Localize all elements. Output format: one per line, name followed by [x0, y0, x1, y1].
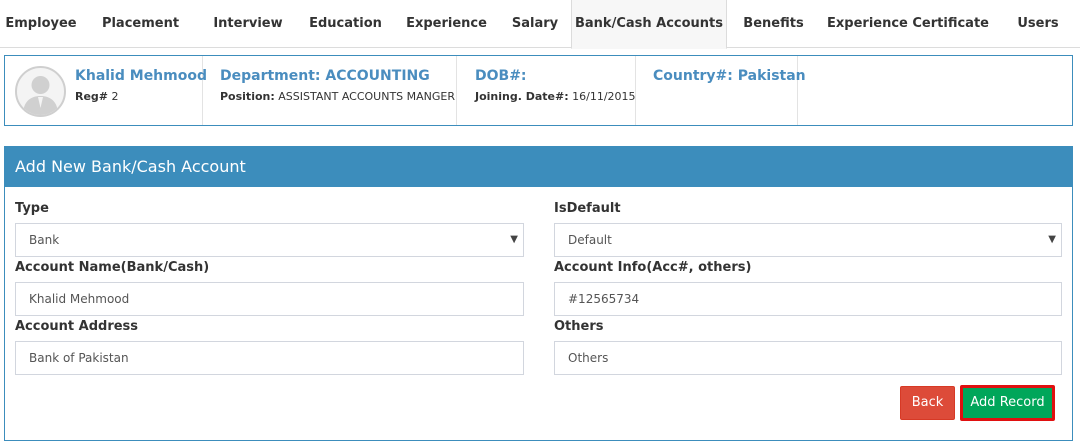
type-select[interactable]: Bank ▼ — [15, 223, 524, 257]
tab-experience[interactable]: Experience — [394, 0, 499, 48]
profile-cell-dob: DOB#: Joining. Date#: 16/11/2015 — [457, 56, 636, 125]
profile-cell-country: Country#: Pakistan — [636, 56, 806, 125]
caret-down-icon: ▼ — [510, 234, 518, 245]
tab-experience-certificate[interactable]: Experience Certificate — [820, 0, 996, 48]
tab-bar: Employee Placement Interview Education E… — [0, 0, 1080, 49]
employee-country: Country#: Pakistan — [653, 68, 806, 84]
others-input[interactable]: Others — [554, 341, 1062, 375]
account-address-label: Account Address — [15, 319, 139, 334]
tab-placement[interactable]: Placement — [82, 0, 199, 48]
tab-interview[interactable]: Interview — [199, 0, 297, 48]
tab-employee[interactable]: Employee — [0, 0, 82, 48]
tab-users[interactable]: Users — [996, 0, 1080, 48]
account-address-input[interactable]: Bank of Pakistan — [15, 341, 524, 375]
isdefault-label: IsDefault — [554, 201, 621, 216]
type-label: Type — [15, 201, 49, 216]
employee-name: Khalid Mehmood — [75, 68, 207, 84]
employee-dob: DOB#: — [475, 68, 527, 84]
employee-reg: Reg# 2 — [75, 90, 119, 103]
caret-down-icon: ▼ — [1048, 234, 1056, 245]
account-name-input[interactable]: Khalid Mehmood — [15, 282, 524, 316]
tab-bank-cash-accounts[interactable]: Bank/Cash Accounts — [571, 0, 727, 49]
isdefault-select[interactable]: Default ▼ — [554, 223, 1062, 257]
tab-salary[interactable]: Salary — [499, 0, 571, 48]
employee-profile-card: Khalid Mehmood Reg# 2 Department: ACCOUN… — [4, 55, 1073, 126]
add-account-panel: Add New Bank/Cash Account Type Bank ▼ Is… — [4, 146, 1073, 441]
type-select-value: Bank — [29, 233, 60, 247]
isdefault-select-value: Default — [568, 233, 612, 247]
tab-benefits[interactable]: Benefits — [727, 0, 820, 48]
profile-cell-name: Khalid Mehmood Reg# 2 — [5, 56, 207, 125]
employee-position: Position: ASSISTANT ACCOUNTS MANGER — [220, 90, 456, 103]
account-info-label: Account Info(Acc#, others) — [554, 260, 752, 275]
panel-title: Add New Bank/Cash Account — [5, 147, 1072, 187]
employee-joining-date: Joining. Date#: 16/11/2015 — [475, 90, 636, 103]
account-info-input[interactable]: #12565734 — [554, 282, 1062, 316]
employee-department: Department: ACCOUNTING — [220, 68, 430, 84]
user-silhouette-icon — [15, 66, 66, 117]
profile-cell-department: Department: ACCOUNTING Position: ASSISTA… — [203, 56, 457, 125]
account-name-label: Account Name(Bank/Cash) — [15, 260, 210, 275]
back-button[interactable]: Back — [900, 386, 955, 420]
others-label: Others — [554, 319, 604, 334]
tab-education[interactable]: Education — [297, 0, 394, 48]
add-record-button[interactable]: Add Record — [960, 385, 1055, 421]
